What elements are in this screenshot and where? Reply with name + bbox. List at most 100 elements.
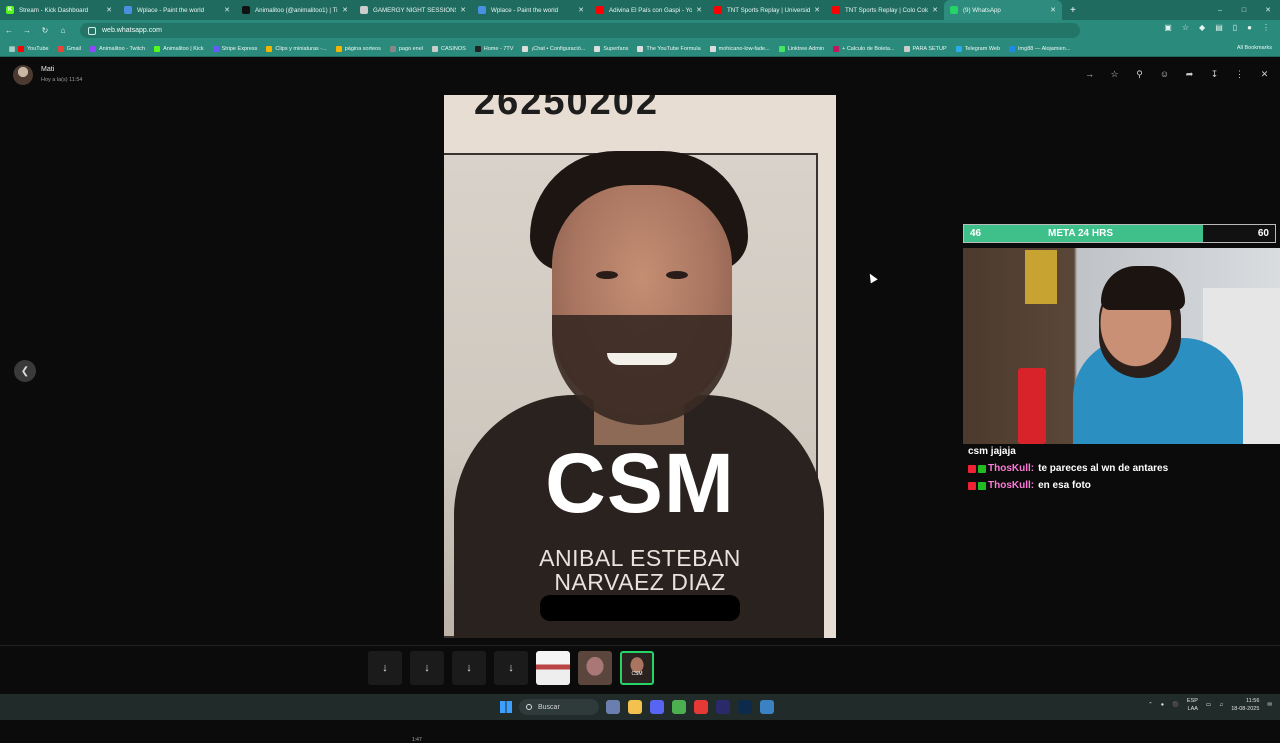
browser-tab[interactable]: Animalitoo (@animalitoo1) | Ti ✕: [236, 0, 354, 20]
close-tab-icon[interactable]: ✕: [224, 6, 230, 14]
discord-icon[interactable]: [650, 700, 664, 714]
contact-name: Mati: [41, 66, 55, 73]
previous-media-button[interactable]: ❮: [14, 360, 36, 382]
browser-tab[interactable]: Wplace - Paint the world ✕: [118, 0, 236, 20]
go-to-message-icon[interactable]: →: [1084, 69, 1095, 80]
download-thumbnail[interactable]: ↓: [368, 651, 402, 685]
bookmark-item[interactable]: Animalitoo - Twitch: [90, 45, 145, 52]
windows-taskbar: Buscar ⌃ ● ⚫ ESP LAA ▭ ♫ 11:56 18-08-202…: [0, 694, 1280, 720]
bookmark-favicon-icon: [778, 45, 785, 52]
download-thumbnail[interactable]: ↓: [494, 651, 528, 685]
close-tab-icon[interactable]: ✕: [578, 6, 584, 14]
apps-grid-icon[interactable]: ▦: [6, 45, 18, 53]
bookmark-favicon-icon: [955, 45, 962, 52]
app-icon[interactable]: [694, 700, 708, 714]
download-thumbnail[interactable]: ↓: [452, 651, 486, 685]
app-icon[interactable]: [760, 700, 774, 714]
close-tab-icon[interactable]: ✕: [814, 6, 820, 14]
browser-tab[interactable]: Wplace - Paint the world ✕: [472, 0, 590, 20]
clock[interactable]: 11:56 18-08-2025: [1231, 697, 1259, 713]
profile-avatar-icon[interactable]: ●: [1247, 23, 1252, 32]
maximize-icon[interactable]: □: [1232, 7, 1256, 14]
window-close-icon[interactable]: ✕: [1256, 6, 1280, 14]
star-icon[interactable]: ☆: [1109, 69, 1120, 80]
more-options-icon[interactable]: ⋮: [1234, 69, 1245, 80]
browser-tab[interactable]: Adivina El País con Gaspi - You ✕: [590, 0, 708, 20]
url-text: web.whatsapp.com: [102, 27, 162, 34]
close-tab-icon[interactable]: ✕: [460, 6, 466, 14]
premiere-icon[interactable]: [716, 700, 730, 714]
bookmark-item[interactable]: ¡Chat • Configuració...: [522, 45, 585, 52]
forward-icon[interactable]: ➦: [1184, 69, 1195, 80]
bookmark-item[interactable]: mohicano-low-fade...: [709, 45, 770, 52]
photoshop-icon[interactable]: [738, 700, 752, 714]
sidebar-icon[interactable]: ▯: [1233, 23, 1237, 32]
avatar[interactable]: [13, 65, 33, 85]
close-tab-icon[interactable]: ✕: [932, 6, 938, 14]
language-indicator[interactable]: ESP LAA: [1187, 697, 1198, 713]
photo-name-line2: NARVAEZ DIAZ: [554, 569, 726, 595]
image-thumbnail[interactable]: [578, 651, 612, 685]
chrome-icon[interactable]: [672, 700, 686, 714]
download-icon[interactable]: ↧: [1209, 69, 1220, 80]
bookmark-item[interactable]: PARA SETUP: [903, 45, 947, 52]
bookmark-item[interactable]: Stripe Express: [212, 45, 257, 52]
browser-menu-icon[interactable]: ⋮: [1262, 23, 1270, 32]
volume-icon[interactable]: ♫: [1219, 702, 1223, 708]
close-tab-icon[interactable]: ✕: [342, 6, 348, 14]
current-image-thumbnail[interactable]: CSM: [620, 651, 654, 685]
bookmark-item[interactable]: Gmail: [57, 45, 81, 52]
notifications-icon[interactable]: ✉: [1267, 702, 1272, 708]
bookmark-item[interactable]: Home - 7TV: [474, 45, 513, 52]
search-icon: [526, 704, 532, 710]
microphone-icon[interactable]: ⚫: [1172, 702, 1179, 708]
image-thumbnail[interactable]: [536, 651, 570, 685]
bookmark-item[interactable]: página sorteos: [335, 45, 381, 52]
taskbar-search[interactable]: Buscar: [519, 699, 599, 715]
bookmark-item[interactable]: Clips y miniaturas -...: [266, 45, 327, 52]
react-emoji-icon[interactable]: ☺: [1159, 69, 1170, 80]
url-field[interactable]: web.whatsapp.com: [80, 23, 1080, 38]
photo-caption-big: CSM: [545, 436, 735, 530]
bookmark-item[interactable]: YouTube: [18, 45, 49, 52]
bookmark-item[interactable]: pago enel: [389, 45, 423, 52]
all-bookmarks-button[interactable]: All Bookmarks: [1237, 45, 1272, 51]
bookmark-item[interactable]: The YouTube Formula: [637, 45, 701, 52]
browser-tab[interactable]: TNT Sports Replay | Colo Colo ✕: [826, 0, 944, 20]
browser-tab[interactable]: (9) WhatsApp ✕: [944, 0, 1062, 20]
forward-icon[interactable]: →: [18, 26, 36, 35]
bookmark-item[interactable]: Superfans: [594, 45, 628, 52]
browser-tab[interactable]: GAMERGY NIGHT SESSIONS - ✕: [354, 0, 472, 20]
close-tab-icon[interactable]: ✕: [106, 6, 112, 14]
bookmark-item[interactable]: Linktree Admin: [778, 45, 824, 52]
site-info-icon[interactable]: [88, 26, 96, 35]
back-icon[interactable]: ←: [0, 26, 18, 35]
bookmark-item[interactable]: Telegram Web: [955, 45, 1000, 52]
new-tab-icon[interactable]: +: [1070, 5, 1076, 16]
home-icon[interactable]: ⌂: [54, 26, 72, 35]
pin-icon[interactable]: ⚲: [1134, 69, 1145, 80]
install-app-icon[interactable]: ▣: [1164, 23, 1172, 32]
network-icon[interactable]: ▭: [1206, 702, 1211, 708]
media-thumbnail-strip: ↓ ↓ ↓ ↓ CSM: [368, 651, 654, 685]
bookmark-star-icon[interactable]: ☆: [1182, 23, 1189, 32]
bookmark-item[interactable]: CASINOS: [432, 45, 466, 52]
file-explorer-icon[interactable]: [628, 700, 642, 714]
bookmark-item[interactable]: Animalitoo | Kick: [154, 45, 204, 52]
close-tab-icon[interactable]: ✕: [1050, 6, 1056, 14]
bookmark-item[interactable]: + Calculo de Boleta...: [833, 45, 895, 52]
reload-icon[interactable]: ↻: [36, 26, 54, 35]
minimize-icon[interactable]: –: [1208, 7, 1232, 14]
browser-tab[interactable]: K Stream - Kick Dashboard ✕: [0, 0, 118, 20]
extension-icon[interactable]: ◆: [1199, 23, 1205, 32]
download-thumbnail[interactable]: ↓: [410, 651, 444, 685]
browser-tab[interactable]: TNT Sports Replay | Universidac ✕: [708, 0, 826, 20]
tray-app-icon[interactable]: ●: [1161, 702, 1164, 708]
close-icon[interactable]: ✕: [1259, 69, 1270, 80]
bookmark-item[interactable]: Img88 — Alojamien...: [1009, 45, 1070, 52]
close-tab-icon[interactable]: ✕: [696, 6, 702, 14]
windows-start-icon[interactable]: [500, 701, 512, 713]
widgets-icon[interactable]: [606, 700, 620, 714]
extensions-puzzle-icon[interactable]: ▤: [1215, 23, 1223, 32]
tray-chevron-icon[interactable]: ⌃: [1148, 702, 1153, 708]
